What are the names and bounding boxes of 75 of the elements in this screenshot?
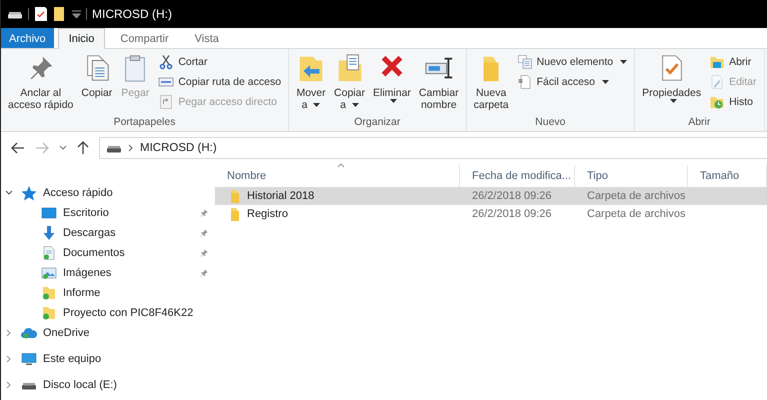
document-icon bbox=[516, 74, 533, 90]
ribbon-button[interactable]: Nuevo elemento bbox=[514, 53, 630, 71]
pin-icon[interactable] bbox=[199, 248, 209, 258]
document-icon bbox=[709, 74, 726, 90]
caret-icon bbox=[670, 99, 677, 103]
documents-icon bbox=[41, 245, 57, 261]
file-tab[interactable]: Archivo bbox=[1, 28, 54, 48]
group-label: Abrir bbox=[687, 116, 712, 130]
new-item-icon bbox=[516, 54, 533, 70]
chevron-icon[interactable] bbox=[5, 189, 13, 197]
back-icon[interactable] bbox=[11, 142, 25, 154]
cloud-icon bbox=[21, 325, 37, 341]
ribbon-button[interactable]: Fácil acceso bbox=[514, 73, 630, 91]
nav-item[interactable]: Proyecto con PIC8F46K22 bbox=[1, 303, 215, 323]
ribbon-button[interactable]: Nueva carpeta bbox=[470, 53, 512, 111]
nav-item[interactable]: Documentos bbox=[1, 243, 215, 263]
group-label: Organizar bbox=[353, 116, 402, 130]
address-field[interactable]: MICROSD (H:) bbox=[99, 137, 767, 159]
file-name: Historial 2018 bbox=[247, 190, 314, 202]
caret-icon bbox=[620, 60, 628, 64]
sort-icon bbox=[337, 163, 345, 168]
pin-icon[interactable] bbox=[199, 208, 209, 218]
ribbon-button[interactable]: Eliminar bbox=[370, 53, 414, 103]
shortcut-icon bbox=[158, 94, 174, 110]
group-label: Portapapeles bbox=[112, 116, 176, 130]
ribbon-button[interactable]: Histo bbox=[706, 93, 760, 111]
file-row[interactable]: Historial 2018 26/2/2018 09:26 Carpeta de archivos bbox=[215, 187, 767, 205]
folder-icon bbox=[709, 54, 726, 70]
nav-item[interactable]: Descargas bbox=[1, 223, 215, 243]
table-cell-text: 26/2/2018 09:26 bbox=[471, 190, 553, 202]
ribbon-button[interactable]: Copiar ruta de acceso bbox=[155, 73, 284, 91]
window-title: MICROSD (H:) bbox=[92, 7, 172, 21]
folder-icon bbox=[41, 285, 57, 301]
caret-icon bbox=[313, 103, 320, 107]
folder-icon bbox=[41, 305, 57, 321]
nav-item[interactable]: Imágenes bbox=[1, 263, 215, 283]
checkmark-document-icon[interactable] bbox=[34, 6, 48, 22]
table-cell-text: Carpeta de archivos bbox=[586, 208, 686, 220]
caret-icon[interactable] bbox=[59, 145, 67, 151]
ribbon-button[interactable]: Copiar a bbox=[331, 53, 368, 111]
caret-icon bbox=[602, 80, 609, 84]
cut-icon bbox=[158, 54, 174, 70]
images-icon bbox=[41, 265, 57, 281]
ribbon-button[interactable]: Propiedades bbox=[639, 53, 704, 103]
file-row[interactable]: Registro 26/2/2018 09:26 Carpeta de archivos bbox=[215, 205, 767, 223]
nav-item[interactable]: OneDrive bbox=[1, 323, 215, 343]
chevron-icon bbox=[128, 144, 134, 152]
caret-icon bbox=[352, 103, 359, 107]
download-icon bbox=[41, 225, 57, 241]
table-cell-text: 26/2/2018 09:26 bbox=[471, 208, 553, 220]
nav-item[interactable]: Disco local (E:) bbox=[1, 375, 215, 395]
star-icon bbox=[21, 185, 37, 201]
folder-icon[interactable] bbox=[53, 6, 67, 22]
desktop-icon bbox=[41, 205, 57, 221]
group-label: Nuevo bbox=[534, 116, 567, 130]
ribbon-button[interactable]: Cambiar nombre bbox=[416, 53, 462, 111]
caret-icon[interactable] bbox=[72, 10, 81, 18]
nav-item[interactable]: Acceso rápido bbox=[1, 183, 215, 203]
ribbon-button[interactable]: Anclar al acceso rápido bbox=[5, 53, 76, 111]
ribbon-button[interactable]: Abrir bbox=[706, 53, 760, 71]
monitor-icon bbox=[21, 351, 37, 367]
pin-icon[interactable] bbox=[199, 228, 209, 238]
pin-icon[interactable] bbox=[199, 268, 209, 278]
caret-icon bbox=[390, 99, 397, 103]
ribbon-button[interactable]: Copiar bbox=[78, 53, 116, 99]
nav-item[interactable]: Informe bbox=[1, 283, 215, 303]
nav-item[interactable]: Este equipo bbox=[1, 349, 215, 369]
table-cell-text: Carpeta de archivos bbox=[586, 190, 686, 202]
up-icon[interactable] bbox=[77, 141, 89, 155]
ribbon-button[interactable]: Mover a bbox=[293, 53, 330, 111]
ribbon-button[interactable]: Cortar bbox=[155, 53, 284, 71]
file-name: Registro bbox=[247, 208, 288, 220]
ribbon-tab[interactable]: Inicio bbox=[58, 28, 106, 49]
nav-item[interactable]: Escritorio bbox=[1, 203, 215, 223]
history-icon bbox=[709, 94, 726, 110]
